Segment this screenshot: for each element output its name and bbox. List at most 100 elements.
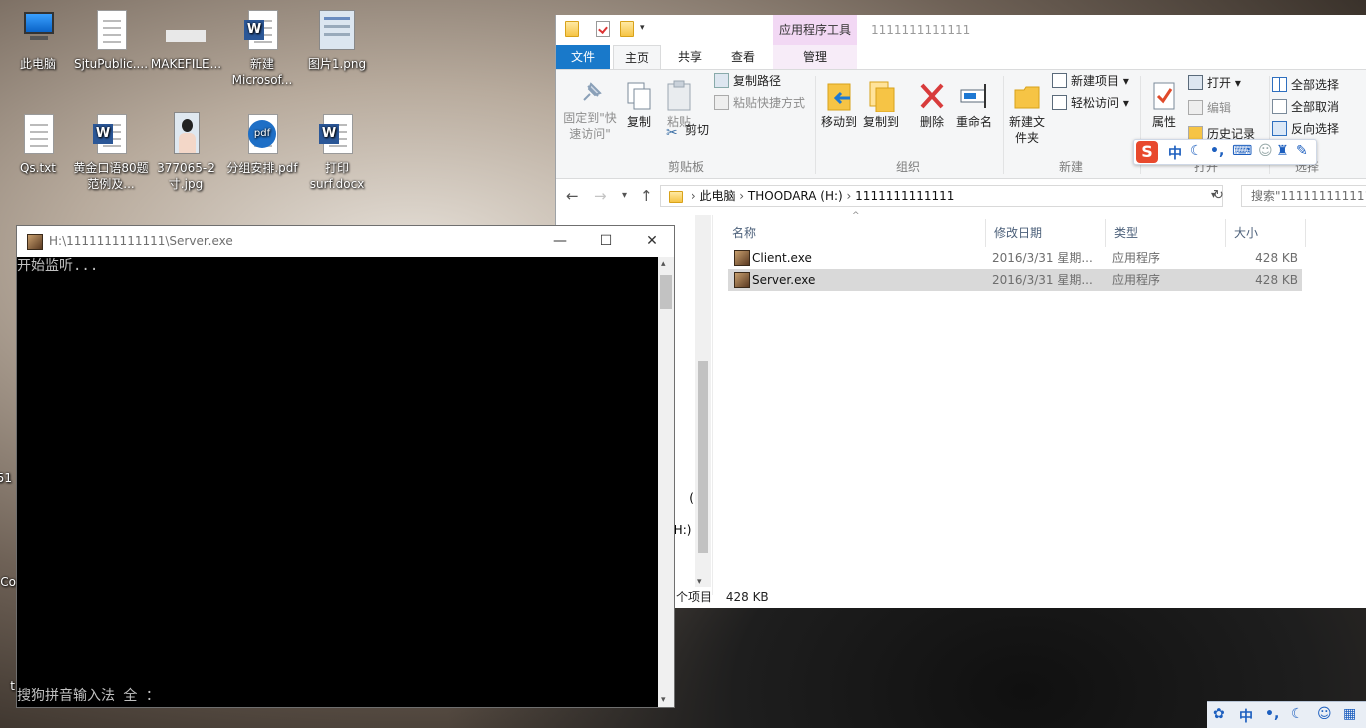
file-type: 应用程序 (1112, 251, 1161, 265)
rename-button[interactable]: 重命名 (954, 80, 994, 130)
search-input[interactable]: 搜索"1111111111111" (1241, 185, 1366, 207)
copy-to-button[interactable]: 复制到 (860, 80, 902, 130)
easy-access-button[interactable]: 轻松访问 ▾ (1052, 92, 1129, 114)
ime-toolbar[interactable]: S 中 ☾ •, ⌨ ☺ ♜ ✎ (1133, 139, 1317, 165)
select-all-icon (1272, 77, 1287, 92)
cut-button[interactable]: ✂ 剪切 (666, 119, 709, 141)
paste-shortcut-label: 粘贴快捷方式 (733, 96, 806, 110)
delete-button[interactable]: 删除 (912, 80, 952, 130)
half-width-moon-icon[interactable]: ☾ (1291, 706, 1304, 722)
move-to-button[interactable]: 移动到 (818, 80, 860, 130)
close-icon[interactable]: ✕ (629, 226, 675, 257)
scroll-down-chevron-icon[interactable]: ▾ (697, 577, 702, 587)
desktop-icon-group-pdf[interactable]: pdf 分组安排.pdf (224, 112, 300, 176)
select-all-button[interactable]: 全部选择 (1272, 74, 1339, 96)
breadcrumb-folder[interactable]: 1111111111111 (855, 189, 954, 203)
new-folder-quick-icon[interactable] (620, 21, 634, 37)
keyboard-icon[interactable]: ⌨ (1232, 143, 1252, 159)
column-header-date[interactable]: 修改日期 (986, 219, 1106, 247)
desktop-icon-label: 打印surf.docx (309, 161, 365, 191)
up-arrow-icon[interactable]: ↑ (640, 186, 653, 206)
taskbar-ime-tray[interactable]: ✿ 中 •, ☾ ☺ ▦ (1207, 701, 1366, 728)
recent-locations-chevron-icon[interactable]: ▾ (622, 186, 627, 206)
desktop-icon-qs-txt[interactable]: Qs.txt (0, 112, 76, 176)
console-output[interactable]: 开始监听... 搜狗拼音输入法 全 ： (17, 257, 658, 707)
user-icon[interactable]: ☺ (1317, 706, 1332, 722)
scroll-down-chevron-icon[interactable]: ▾ (661, 695, 666, 705)
desktop-icon-print-surf[interactable]: W 打印surf.docx (299, 112, 375, 192)
pin-quick-access-button[interactable]: 固定到"快速访问" (560, 80, 620, 142)
copy-button[interactable]: 复制 (622, 80, 656, 130)
console-window[interactable]: H:\1111111111111\Server.exe — ☐ ✕ 开始监听..… (16, 225, 675, 708)
properties-button[interactable]: 属性 (1144, 80, 1184, 130)
nav-scroll-thumb[interactable] (698, 361, 708, 553)
sogou-logo-icon[interactable]: S (1136, 141, 1158, 163)
breadcrumb-drive[interactable]: THOODARA (H:) (748, 189, 843, 203)
desktop-icon-this-pc[interactable]: 此电脑 (0, 8, 76, 72)
tab-manage[interactable]: 管理 (773, 45, 857, 69)
rename-label: 重命名 (955, 115, 992, 129)
copy-to-icon (869, 81, 895, 112)
copy-to-label: 复制到 (862, 115, 899, 129)
navigation-pane[interactable]: ) (H (H:) ▾ (669, 215, 713, 595)
new-folder-button[interactable]: 新建文件夹 (1006, 80, 1048, 146)
tab-home[interactable]: 主页 (613, 45, 661, 69)
new-folder-icon (1014, 86, 1040, 109)
tab-view[interactable]: 查看 (719, 45, 767, 69)
ime-punctuation-toggle[interactable]: •, (1210, 143, 1224, 159)
tray-punctuation-toggle[interactable]: •, (1265, 706, 1279, 722)
tab-file[interactable]: 文件 (556, 45, 610, 69)
settings-wrench-icon[interactable]: ✎ (1296, 143, 1308, 159)
maximize-icon[interactable]: ☐ (583, 226, 629, 257)
copy-path-button[interactable]: 复制路径 (714, 70, 781, 92)
select-none-button[interactable]: 全部取消 (1272, 96, 1339, 118)
column-header-type[interactable]: 类型 (1106, 219, 1226, 247)
desktop-icon-oral-english[interactable]: W 黄金口语80题范例及... (73, 112, 149, 192)
status-bar: 个项目 428 KB (676, 588, 769, 605)
nav-pane-scrollbar[interactable]: ▾ (695, 215, 711, 587)
console-scroll-thumb[interactable] (660, 275, 672, 309)
tab-share[interactable]: 共享 (666, 45, 714, 69)
customize-quick-access-icon[interactable]: ▾ (640, 23, 654, 39)
open-button[interactable]: 打开 ▾ (1188, 72, 1241, 94)
forward-arrow-icon[interactable]: → (594, 186, 607, 206)
half-width-moon-icon[interactable]: ☾ (1190, 143, 1203, 159)
console-scrollbar[interactable]: ▴ ▾ (658, 257, 674, 707)
desktop-icon-sjtupublic[interactable]: SjtuPublic.... (73, 8, 149, 72)
desktop-icon-photo-jpg[interactable]: 377065-2寸.jpg (148, 112, 224, 192)
tray-language-toggle[interactable]: 中 (1239, 706, 1253, 726)
paw-icon[interactable]: ✿ (1213, 706, 1225, 722)
properties-quick-icon[interactable] (596, 21, 610, 37)
back-arrow-icon[interactable]: ← (566, 186, 579, 206)
address-breadcrumb[interactable]: › 此电脑 › THOODARA (H:) › 1111111111111 ▾ (660, 185, 1223, 207)
column-header-name[interactable]: 名称 (724, 219, 986, 247)
desktop-partial-label: Co (0, 575, 16, 589)
column-header-size[interactable]: 大小 (1226, 219, 1306, 247)
desktop-icon-label: 分组安排.pdf (226, 161, 298, 175)
ime-language-toggle[interactable]: 中 (1168, 143, 1182, 163)
paste-icon (667, 80, 691, 111)
desktop-icon-image-png[interactable]: 图片1.png (299, 8, 375, 72)
invert-selection-button[interactable]: 反向选择 (1272, 118, 1339, 140)
edit-button[interactable]: 编辑 (1188, 97, 1231, 119)
desktop-partial-label: 51 (0, 471, 12, 485)
scroll-up-chevron-icon[interactable]: ▴ (661, 259, 666, 269)
history-button[interactable]: 历史记录 (1188, 123, 1255, 139)
refresh-icon[interactable]: ↻ (1213, 186, 1224, 206)
desktop-icon-makefile[interactable]: MAKEFILE... (148, 8, 224, 72)
new-item-button[interactable]: 新建项目 ▾ (1052, 70, 1129, 92)
desktop-icon-label: Qs.txt (19, 161, 57, 175)
user-icon[interactable]: ☺ (1258, 143, 1273, 159)
computer-icon (24, 12, 54, 40)
paste-shortcut-button[interactable]: 粘贴快捷方式 (714, 92, 805, 114)
breadcrumb-this-pc[interactable]: 此电脑 (699, 189, 735, 203)
minimize-icon[interactable]: — (537, 226, 583, 257)
paste-shortcut-icon (714, 95, 729, 110)
skin-shirt-icon[interactable]: ♜ (1276, 143, 1289, 159)
console-title-bar[interactable]: H:\1111111111111\Server.exe — ☐ ✕ (17, 226, 674, 257)
file-row-client[interactable]: Client.exe 2016/3/31 星期... 应用程序 428 KB (728, 247, 1302, 269)
grid-menu-icon[interactable]: ▦ (1343, 706, 1356, 722)
file-row-server[interactable]: Server.exe 2016/3/31 星期... 应用程序 428 KB (728, 269, 1302, 291)
desktop-icon-new-word[interactable]: W 新建 Microsof... (224, 8, 300, 88)
new-item-icon (1052, 73, 1067, 88)
